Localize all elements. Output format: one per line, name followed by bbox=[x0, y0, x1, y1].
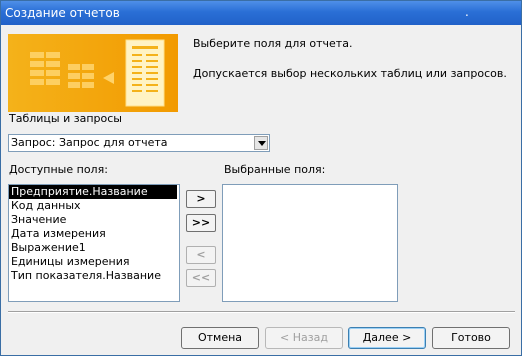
add-field-button[interactable]: > bbox=[186, 190, 216, 208]
report-wizard-window: Создание отчетов . Выберите поля для отч… bbox=[0, 0, 522, 356]
title-dot: . bbox=[465, 5, 469, 19]
list-item[interactable]: Значение bbox=[9, 213, 179, 227]
selected-fields-label: Выбранные поля: bbox=[224, 163, 326, 176]
tables-combobox[interactable]: Запрос: Запрос для отчета bbox=[8, 134, 270, 152]
back-button[interactable]: < Назад bbox=[265, 327, 343, 349]
list-item[interactable]: Код данных bbox=[9, 199, 179, 213]
wizard-banner-icon bbox=[8, 34, 178, 112]
chevron-down-icon[interactable] bbox=[254, 136, 268, 150]
list-item[interactable]: Предприятие.Название bbox=[9, 185, 177, 199]
cancel-button[interactable]: Отмена bbox=[181, 327, 259, 349]
remove-all-fields-button[interactable]: << bbox=[186, 269, 216, 287]
instruction-text: Выберите поля для отчета. bbox=[193, 37, 353, 50]
add-all-fields-button[interactable]: >> bbox=[186, 214, 216, 232]
list-item[interactable]: Выражение1 bbox=[9, 241, 179, 255]
finish-button[interactable]: Готово bbox=[432, 327, 510, 349]
selected-fields-list[interactable] bbox=[222, 184, 398, 302]
list-item[interactable]: Единицы измерения bbox=[9, 255, 179, 269]
available-fields-list[interactable]: Предприятие.Название Код данных Значение… bbox=[8, 184, 180, 302]
hint-text: Допускается выбор нескольких таблиц или … bbox=[193, 67, 507, 80]
window-title: Создание отчетов bbox=[5, 6, 120, 20]
next-button[interactable]: Далее > bbox=[348, 327, 426, 349]
available-fields-label: Доступные поля: bbox=[9, 163, 108, 176]
list-item[interactable]: Дата измерения bbox=[9, 227, 179, 241]
remove-field-button[interactable]: < bbox=[186, 246, 216, 264]
footer-divider bbox=[8, 311, 515, 313]
wizard-content: Выберите поля для отчета. Допускается вы… bbox=[1, 25, 521, 355]
title-bar[interactable]: Создание отчетов . bbox=[1, 1, 521, 25]
tables-label: Таблицы и запросы bbox=[9, 112, 122, 125]
tables-combobox-value: Запрос: Запрос для отчета bbox=[11, 136, 168, 149]
list-item[interactable]: Тип показателя.Название bbox=[9, 269, 179, 283]
